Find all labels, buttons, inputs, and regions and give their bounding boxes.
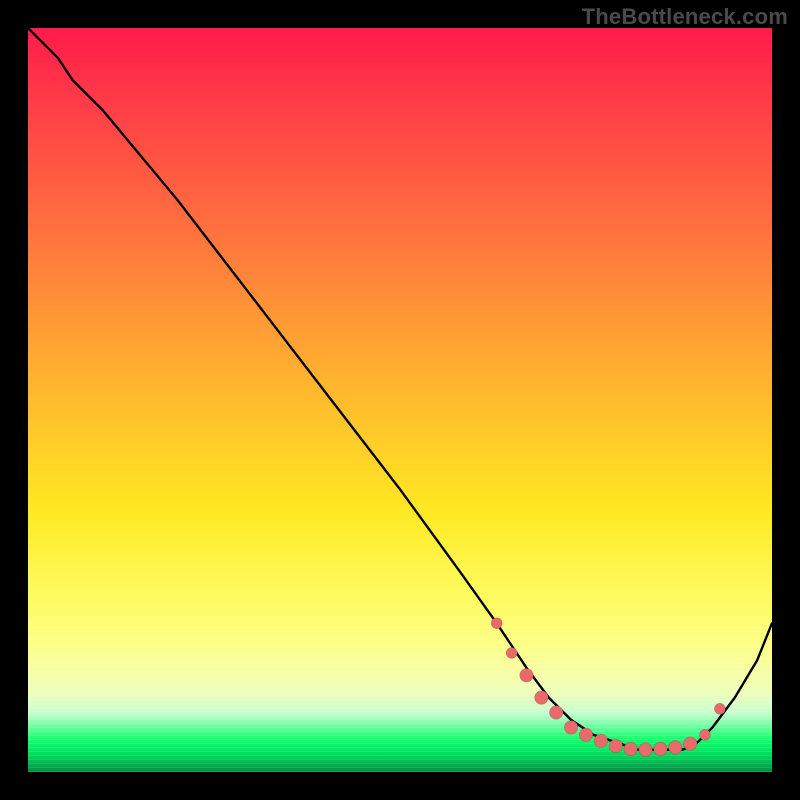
chart-dot	[594, 734, 608, 748]
chart-svg	[28, 28, 772, 772]
chart-dot	[535, 691, 549, 705]
chart-dot	[506, 648, 517, 659]
chart-plot-area	[28, 28, 772, 772]
chart-dot	[654, 742, 668, 756]
chart-dot	[639, 743, 653, 757]
chart-dot	[683, 737, 697, 751]
chart-dot	[564, 721, 578, 735]
chart-dot	[624, 742, 638, 756]
chart-dot	[700, 729, 711, 740]
chart-dot	[609, 739, 623, 753]
chart-highlight-dots	[491, 618, 725, 757]
chart-curve-path	[28, 28, 772, 750]
chart-dot	[669, 741, 683, 755]
chart-dot	[549, 706, 563, 720]
chart-dot	[520, 669, 534, 683]
watermark-text: TheBottleneck.com	[582, 4, 788, 30]
chart-dot	[579, 728, 593, 742]
chart-dot	[491, 618, 502, 629]
chart-dot	[714, 703, 725, 714]
